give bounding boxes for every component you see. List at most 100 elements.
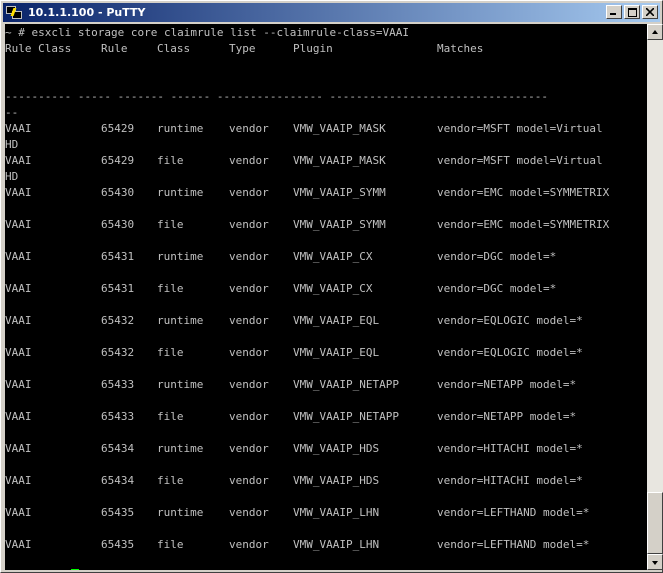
header-rule-class: Rule Class xyxy=(5,42,72,55)
table-row: VAAI 65434 file vendor VMW_VAAIP_HDS vendor=H… xyxy=(5,473,647,489)
cell-rule-class: VAAI xyxy=(5,474,32,487)
cell-matches: vendor=NETAPP model=* xyxy=(437,410,577,423)
cell-rule: 65433 xyxy=(101,410,135,423)
table-header: Rule Class Rule Class Type Plugin Matche… xyxy=(5,41,647,57)
cell-class: file xyxy=(157,346,184,359)
scroll-up-button[interactable] xyxy=(647,24,663,40)
cell-type: vendor xyxy=(229,250,269,263)
arrow-down-icon xyxy=(652,561,658,565)
cell-rule-class: VAAI xyxy=(5,506,32,519)
cell-type: vendor xyxy=(229,218,269,231)
table-row: VAAI 65433 file vendor VMW_VAAIP_NETAPP vendo… xyxy=(5,409,647,425)
cell-matches: vendor=HITACHI model=* xyxy=(437,442,583,455)
cell-matches: vendor=LEFTHAND model=* xyxy=(437,538,590,551)
text-cursor xyxy=(71,569,80,570)
cell-plugin: VMW_VAAIP_HDS xyxy=(293,474,380,487)
cell-rule: 65434 xyxy=(101,442,135,455)
table-row: VAAI 65433 runtime vendor VMW_VAAIP_NETAPP ve… xyxy=(5,377,647,393)
minimize-button[interactable] xyxy=(606,5,622,19)
cell-class: runtime xyxy=(157,122,204,135)
cell-rule: 65434 xyxy=(101,474,135,487)
table-row: VAAI 65435 runtime vendor VMW_VAAIP_LHN vendo… xyxy=(5,505,647,521)
table-row-wrap: HD xyxy=(5,170,19,183)
cell-rule-class: VAAI xyxy=(5,442,32,455)
cell-matches: vendor=MSFT model=Virtual xyxy=(437,122,603,135)
scroll-down-button[interactable] xyxy=(647,554,663,570)
command-line: ~ # esxcli storage core claimrule list -… xyxy=(5,26,409,39)
cell-rule-class: VAAI xyxy=(5,378,32,391)
cell-rule-class: VAAI xyxy=(5,346,32,359)
cell-matches: vendor=HITACHI model=* xyxy=(437,474,583,487)
cell-rule: 65429 xyxy=(101,154,135,167)
table-row: VAAI 65432 runtime vendor VMW_VAAIP_EQL vendo… xyxy=(5,313,647,329)
cell-plugin: VMW_VAAIP_SYMM xyxy=(293,186,386,199)
cell-matches: vendor=DGC model=* xyxy=(437,282,557,295)
cell-rule: 65435 xyxy=(101,506,135,519)
header-class: Class xyxy=(157,42,191,55)
cell-plugin: VMW_VAAIP_EQL xyxy=(293,346,380,359)
table-row: VAAI 65431 file vendor VMW_VAAIP_CX vendor=DG… xyxy=(5,281,647,297)
cell-class: runtime xyxy=(157,378,204,391)
cell-rule: 65435 xyxy=(101,538,135,551)
window-title: 10.1.1.100 - PuTTY xyxy=(28,6,146,19)
cell-rule-class: VAAI xyxy=(5,410,32,423)
putty-app-icon[interactable] xyxy=(6,5,22,20)
terminal-screen[interactable]: ~ # esxcli storage core claimrule list -… xyxy=(5,24,647,570)
cell-plugin: VMW_VAAIP_CX xyxy=(293,250,373,263)
header-rule: Rule xyxy=(101,42,128,55)
vertical-scrollbar[interactable] xyxy=(647,24,663,570)
close-icon xyxy=(646,8,654,16)
cell-class: file xyxy=(157,474,184,487)
cell-rule-class: VAAI xyxy=(5,282,32,295)
prompt-line: ~ # xyxy=(5,553,80,570)
cell-class: file xyxy=(157,538,184,551)
cell-class: runtime xyxy=(157,250,204,263)
cell-matches: vendor=DGC model=* xyxy=(437,250,557,263)
cell-matches: vendor=EMC model=SYMMETRIX xyxy=(437,218,610,231)
cell-class: file xyxy=(157,154,184,167)
arrow-up-icon xyxy=(652,30,658,34)
cell-rule: 65430 xyxy=(101,218,135,231)
cell-rule-class: VAAI xyxy=(5,314,32,327)
cell-matches: vendor=EQLOGIC model=* xyxy=(437,314,583,327)
cell-rule: 65429 xyxy=(101,122,135,135)
table-row: VAAI 65430 file vendor VMW_VAAIP_SYMM vendor=… xyxy=(5,217,647,233)
cell-rule: 65432 xyxy=(101,346,135,359)
cell-rule-class: VAAI xyxy=(5,186,32,199)
scrollbar-thumb[interactable] xyxy=(647,492,663,554)
header-type: Type xyxy=(229,42,256,55)
putty-window: 10.1.1.100 - PuTTY ~ # esxcli storage co… xyxy=(0,0,663,573)
cell-type: vendor xyxy=(229,538,269,551)
cell-plugin: VMW_VAAIP_CX xyxy=(293,282,373,295)
maximize-button[interactable] xyxy=(624,5,640,19)
table-row: VAAI 65435 file vendor VMW_VAAIP_LHN vendor=L… xyxy=(5,537,647,553)
header-plugin: Plugin xyxy=(293,42,333,55)
cell-matches: vendor=NETAPP model=* xyxy=(437,378,577,391)
cell-type: vendor xyxy=(229,442,269,455)
cell-matches: vendor=LEFTHAND model=* xyxy=(437,506,590,519)
table-row-wrap: HD xyxy=(5,138,19,151)
cell-rule-class: VAAI xyxy=(5,250,32,263)
cell-type: vendor xyxy=(229,506,269,519)
table-row: VAAI 65432 file vendor VMW_VAAIP_EQL vendor=E… xyxy=(5,345,647,361)
cell-rule: 65430 xyxy=(101,186,135,199)
cell-type: vendor xyxy=(229,378,269,391)
cell-class: runtime xyxy=(157,442,204,455)
cell-class: runtime xyxy=(157,186,204,199)
close-button[interactable] xyxy=(642,5,658,19)
cell-plugin: VMW_VAAIP_LHN xyxy=(293,538,380,551)
table-row: VAAI 65429 file vendor VMW_VAAIP_MASK vendor=… xyxy=(5,153,647,169)
table-row: VAAI 65431 runtime vendor VMW_VAAIP_CX vendor… xyxy=(5,249,647,265)
cell-matches: vendor=MSFT model=Virtual xyxy=(437,154,603,167)
cell-plugin: VMW_VAAIP_NETAPP xyxy=(293,410,399,423)
cell-rule: 65431 xyxy=(101,250,135,263)
cell-type: vendor xyxy=(229,474,269,487)
cell-plugin: VMW_VAAIP_NETAPP xyxy=(293,378,399,391)
cell-rule: 65432 xyxy=(101,314,135,327)
cell-type: vendor xyxy=(229,186,269,199)
title-bar[interactable]: 10.1.1.100 - PuTTY xyxy=(3,3,660,22)
cell-matches: vendor=EMC model=SYMMETRIX xyxy=(437,186,610,199)
cell-plugin: VMW_VAAIP_LHN xyxy=(293,506,380,519)
cell-type: vendor xyxy=(229,154,269,167)
cell-rule-class: VAAI xyxy=(5,218,32,231)
